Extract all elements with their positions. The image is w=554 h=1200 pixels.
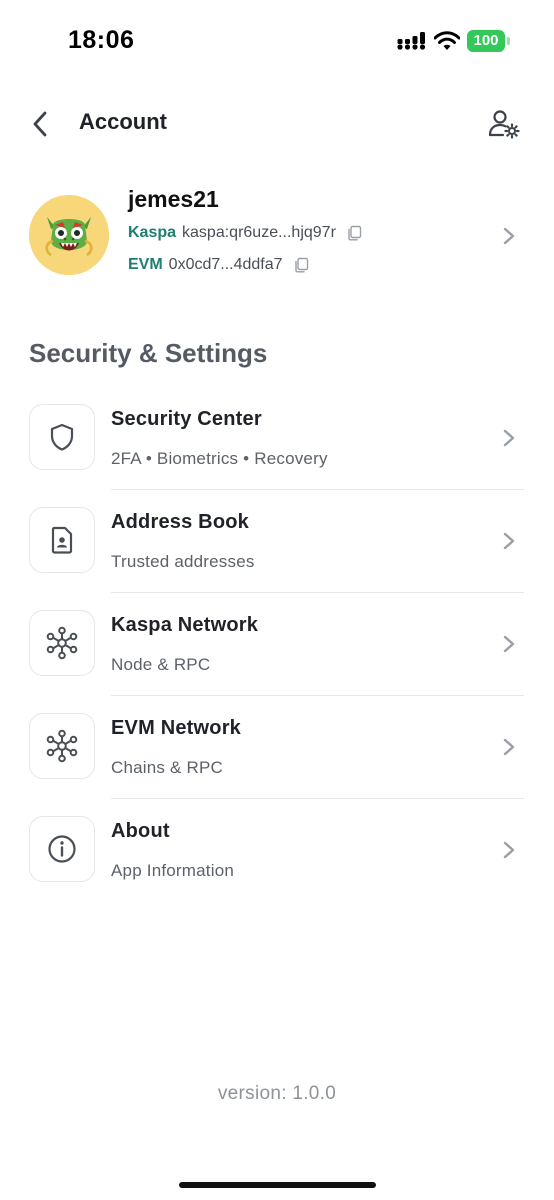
section-title: Security & Settings (29, 338, 268, 368)
menu-item-subtitle: Node & RPC (111, 655, 211, 674)
chevron-right-icon (503, 635, 515, 653)
info-icon (48, 835, 76, 863)
chevron-right-icon (503, 738, 515, 756)
version-label: version: 1.0.0 (217, 1083, 337, 1104)
page-title: Account (79, 109, 167, 134)
kaspa-chain-label: Kaspa (128, 224, 177, 241)
settings-menu: Security Center 2FA • Biometrics • Recov… (0, 392, 554, 907)
username: jemes21 (128, 186, 219, 212)
evm-address: 0x0cd7...4ddfa7 (168, 256, 283, 273)
chevron-right-icon (503, 532, 515, 550)
dragon-avatar-icon (29, 195, 109, 275)
avatar (29, 195, 109, 275)
account-settings-button[interactable] (484, 106, 524, 142)
menu-item-title: Security Center (111, 408, 262, 430)
menu-item-address-book[interactable]: Address Book Trusted addresses (0, 495, 554, 598)
battery-nub (507, 37, 510, 45)
copy-icon[interactable] (293, 257, 309, 273)
menu-icon-box (29, 713, 95, 779)
home-indicator (179, 1182, 376, 1188)
menu-icon-box (29, 816, 95, 882)
network-icon (46, 729, 78, 763)
chevron-right-icon (503, 429, 515, 447)
evm-chain-label: EVM (128, 256, 163, 273)
menu-icon-box (29, 610, 95, 676)
chevron-left-icon (33, 111, 47, 137)
network-icon (46, 626, 78, 660)
copy-icon[interactable] (346, 225, 362, 241)
nav-bar: Account (0, 96, 554, 152)
status-bar: 18:06 100 (0, 0, 554, 84)
menu-item-subtitle: 2FA • Biometrics • Recovery (111, 449, 328, 468)
menu-item-title: EVM Network (111, 717, 242, 739)
profile-card[interactable]: jemes21 Kaspa kaspa:qr6uze...hjq97r EVM … (0, 178, 554, 298)
menu-item-security-center[interactable]: Security Center 2FA • Biometrics • Recov… (0, 392, 554, 495)
kaspa-address: kaspa:qr6uze...hjq97r (182, 224, 336, 241)
chevron-right-icon (503, 841, 515, 859)
menu-item-subtitle: Chains & RPC (111, 758, 223, 777)
status-time: 18:06 (68, 26, 135, 54)
evm-address-row: EVM 0x0cd7...4ddfa7 (128, 256, 309, 274)
divider (111, 695, 524, 696)
kaspa-address-row: Kaspa kaspa:qr6uze...hjq97r (128, 224, 362, 242)
menu-item-evm-network[interactable]: EVM Network Chains & RPC (0, 701, 554, 804)
menu-item-subtitle: Trusted addresses (111, 552, 255, 571)
chevron-right-icon (503, 227, 515, 245)
menu-item-subtitle: App Information (111, 861, 235, 880)
contact-file-icon (51, 526, 73, 554)
menu-item-title: Kaspa Network (111, 614, 259, 636)
signal-icon (397, 32, 426, 50)
menu-item-title: Address Book (111, 511, 249, 533)
wifi-icon (434, 31, 460, 50)
divider (111, 489, 524, 490)
battery-level: 100 (467, 30, 505, 52)
account-settings-icon (488, 110, 520, 139)
divider (111, 592, 524, 593)
battery-icon: 100 (467, 30, 513, 52)
menu-item-kaspa-network[interactable]: Kaspa Network Node & RPC (0, 598, 554, 701)
menu-icon-box (29, 404, 95, 470)
menu-item-title: About (111, 820, 170, 842)
menu-icon-box (29, 507, 95, 573)
divider (111, 798, 524, 799)
menu-item-about[interactable]: About App Information (0, 804, 554, 907)
shield-icon (50, 423, 74, 451)
back-button[interactable] (24, 106, 56, 142)
